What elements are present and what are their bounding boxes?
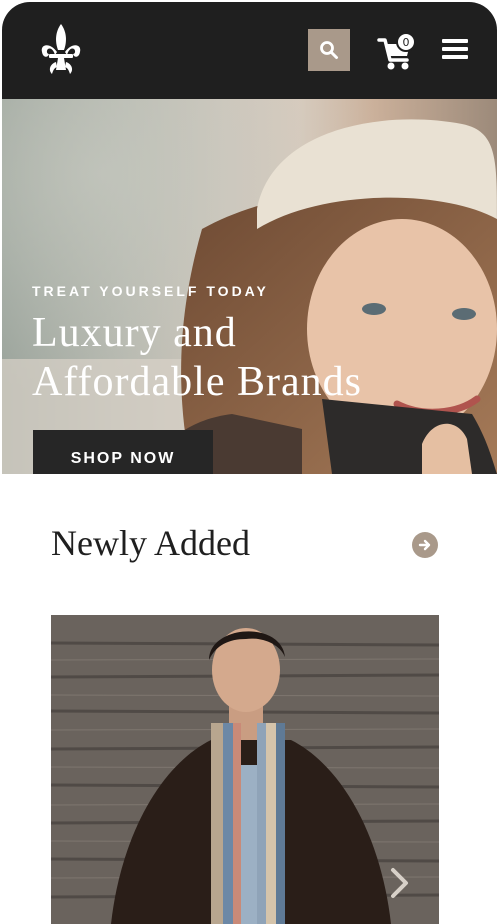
menu-bar [442, 47, 468, 51]
shop-now-button[interactable]: SHOP NOW [33, 430, 213, 474]
hamburger-menu-icon[interactable] [442, 39, 468, 61]
view-all-button[interactable] [412, 532, 438, 558]
carousel-next-button[interactable] [388, 866, 412, 900]
hero-title: Luxury and Affordable Brands [32, 309, 432, 407]
cart-count-badge: 0 [396, 32, 416, 52]
mobile-page: 0 TREAT YOURSELF TODAY Luxury and Afford… [0, 0, 499, 924]
search-icon [320, 41, 338, 59]
hero-banner: TREAT YOURSELF TODAY Luxury and Affordab… [2, 99, 497, 474]
cart-button[interactable]: 0 [377, 30, 421, 74]
chevron-right-icon [391, 868, 408, 898]
product-card[interactable] [51, 615, 439, 924]
site-header: 0 [2, 2, 497, 99]
hero-title-line-1: Luxury and [32, 310, 237, 356]
search-button[interactable] [308, 29, 350, 71]
section-title: Newly Added [51, 523, 250, 563]
hero-title-line-2: Affordable Brands [32, 359, 362, 405]
hero-kicker: TREAT YOURSELF TODAY [32, 283, 269, 299]
product-image [51, 615, 439, 924]
fleur-de-lis-icon[interactable] [36, 22, 86, 78]
menu-bar [442, 55, 468, 59]
arrow-right-circle-icon [418, 539, 431, 551]
menu-bar [442, 39, 468, 43]
